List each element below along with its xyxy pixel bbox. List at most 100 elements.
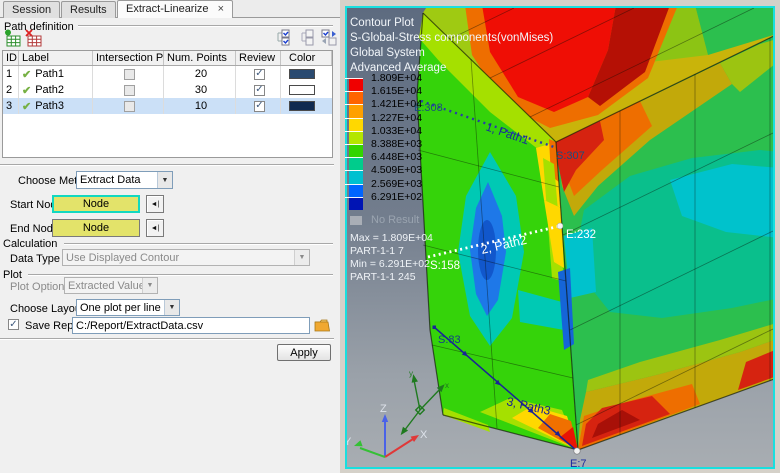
cell-label: ✔Path1	[19, 66, 93, 82]
y-axis-label: Y	[347, 436, 352, 448]
cell-num-points[interactable]: 10	[164, 98, 236, 114]
legend-swatch	[349, 144, 363, 157]
color-swatch[interactable]	[289, 101, 315, 111]
data-type-combo[interactable]: Use Displayed Contour ▼	[62, 249, 310, 266]
svg-text:y: y	[409, 369, 413, 378]
cell-intersection	[93, 82, 164, 98]
cell-label: ✔ Path2	[19, 82, 93, 98]
legend-system: Global System	[350, 46, 553, 61]
intersection-checkbox[interactable]	[124, 69, 135, 80]
cell-review	[236, 66, 281, 82]
3d-viewport[interactable]: E:308 1, Path1 S:307 S:158 2, Path2 E:23…	[345, 6, 775, 469]
contour-legend: Contour Plot S-Global-Stress components(…	[350, 16, 553, 76]
path-valid-icon: ✔	[22, 68, 31, 81]
color-swatch[interactable]	[289, 69, 315, 79]
path3-end-node	[574, 448, 580, 454]
color-swatch[interactable]	[289, 85, 315, 95]
save-report-checkbox[interactable]	[8, 319, 19, 330]
table-row-path1[interactable]: 1 ✔Path1 20	[3, 66, 332, 82]
path-valid-icon: ✔	[22, 100, 31, 113]
legend-value: 6.448E+03	[371, 151, 422, 163]
legend-value: 1.227E+04	[371, 112, 422, 124]
path2-end-label: E:232	[566, 229, 596, 241]
legend-swatch	[349, 197, 363, 210]
legend-result-type: S-Global-Stress components(vonMises)	[350, 31, 553, 46]
cell-color	[281, 98, 332, 114]
tab-session[interactable]: Session	[3, 1, 60, 18]
plot-title: Plot	[3, 269, 22, 281]
tab-extract-label: Extract-Linearize	[126, 3, 209, 15]
max-value: Max = 1.809E+04	[350, 232, 433, 245]
start-node-picker-icon[interactable]	[146, 195, 164, 213]
table-row-path2[interactable]: 2 ✔ Path2 30	[3, 82, 332, 98]
path-label-text: Path2	[35, 84, 64, 96]
choose-method-combo[interactable]: Extract Data ▼	[76, 171, 173, 189]
start-node-button-label: Node	[83, 198, 109, 210]
review-checkbox[interactable]	[254, 101, 265, 112]
tab-results[interactable]: Results	[61, 1, 116, 18]
check-all-review-icon[interactable]	[273, 27, 292, 46]
cell-review	[236, 82, 281, 98]
path-valid-icon: ✔	[22, 84, 31, 97]
folder-glyph	[314, 319, 330, 332]
min-part: PART-1-1 245	[350, 271, 433, 284]
start-node-button[interactable]: Node	[52, 195, 140, 213]
toggle-review-icon[interactable]	[319, 27, 338, 46]
review-checkbox[interactable]	[254, 69, 265, 80]
cell-intersection	[93, 98, 164, 114]
divider	[0, 164, 334, 166]
legend-value: 2.569E+03	[371, 178, 422, 190]
add-path-icon[interactable]	[3, 28, 22, 47]
divider	[64, 243, 333, 245]
cell-num-points[interactable]: 20	[164, 66, 236, 82]
chevron-down-icon[interactable]: ▼	[157, 172, 172, 188]
chevron-down-icon: ▼	[142, 278, 157, 293]
close-tab-icon[interactable]: ×	[218, 3, 224, 15]
report-path-input[interactable]	[72, 317, 310, 334]
cell-color	[281, 66, 332, 82]
review-checkbox[interactable]	[254, 85, 265, 96]
header-label: Label	[19, 51, 93, 65]
header-num-points: Num. Points	[164, 51, 236, 65]
browse-folder-icon[interactable]	[312, 316, 331, 335]
left-panel: Session Results Extract-Linearize × Path…	[0, 0, 340, 473]
divider	[28, 274, 333, 276]
legend-colorbar: 1.809E+04 1.615E+04 1.421E+04 1.227E+04 …	[347, 78, 497, 210]
choose-layout-value: One plot per line	[77, 302, 164, 314]
legend-value: 8.388E+03	[371, 138, 422, 150]
legend-no-result: No Result	[347, 214, 419, 226]
uncheck-all-review-icon[interactable]	[297, 27, 316, 46]
y-axis	[360, 448, 385, 457]
toggle-check-glyph	[320, 28, 338, 46]
tab-extract-linearize[interactable]: Extract-Linearize ×	[117, 0, 233, 18]
path2-end-node	[557, 223, 563, 229]
end-node-picker-icon[interactable]	[146, 219, 164, 237]
legend-value: 1.033E+04	[371, 125, 422, 137]
plot-options-combo[interactable]: Extracted Values ▼	[64, 277, 158, 294]
chevron-down-icon[interactable]: ▼	[164, 300, 179, 315]
legend-title: Contour Plot	[350, 16, 553, 31]
table-row-path3[interactable]: 3 ✔Path3 10	[3, 98, 332, 114]
divider	[78, 25, 333, 27]
delete-path-icon[interactable]	[24, 28, 43, 47]
no-result-swatch	[350, 216, 362, 225]
extract-linearize-app: Session Results Extract-Linearize × Path…	[0, 0, 780, 473]
min-value: Min = 6.291E+02	[350, 258, 433, 271]
calculation-title: Calculation	[3, 238, 57, 250]
max-part: PART-1-1 7	[350, 245, 433, 258]
tab-bar: Session Results Extract-Linearize ×	[0, 0, 340, 18]
intersection-checkbox[interactable]	[124, 85, 135, 96]
apply-button[interactable]: Apply	[277, 344, 331, 361]
choose-layout-combo[interactable]: One plot per line ▼	[76, 299, 180, 316]
path3-start-node	[433, 326, 437, 330]
check-all-glyph	[274, 28, 292, 46]
tab-results-label: Results	[70, 4, 107, 16]
intersection-checkbox[interactable]	[124, 101, 135, 112]
divider	[0, 338, 334, 340]
no-result-label: No Result	[371, 214, 419, 226]
legend-swatch	[349, 104, 363, 117]
cell-id: 2	[3, 82, 19, 98]
delete-table-glyph	[25, 29, 43, 47]
end-node-button[interactable]: Node	[52, 219, 140, 237]
cell-num-points[interactable]: 30	[164, 82, 236, 98]
